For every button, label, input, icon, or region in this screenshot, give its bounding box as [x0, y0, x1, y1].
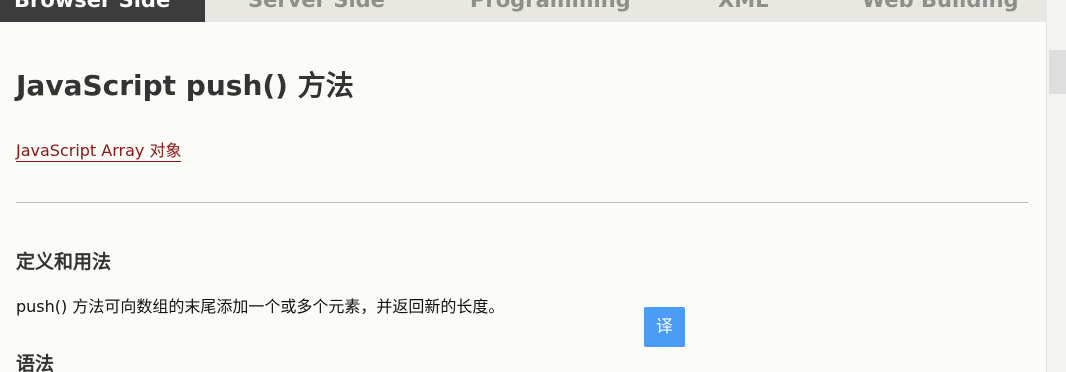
array-object-link[interactable]: JavaScript Array 对象	[16, 141, 182, 162]
tab-web-building[interactable]: Web Building	[862, 0, 1019, 22]
tab-xml[interactable]: XML	[718, 0, 768, 22]
definition-heading: 定义和用法	[16, 251, 112, 273]
page: Browser Side Server Side Programming XML…	[0, 0, 1066, 372]
top-navigation: Browser Side Server Side Programming XML…	[0, 0, 1046, 22]
page-title: JavaScript push() 方法	[16, 69, 354, 102]
definition-text: push() 方法可向数组的末尾添加一个或多个元素，并返回新的长度。	[16, 297, 505, 316]
scrollbar[interactable]	[1046, 0, 1066, 372]
tab-programming[interactable]: Programming	[470, 0, 631, 22]
tab-browser-side[interactable]: Browser Side	[0, 0, 205, 22]
scrollbar-thumb[interactable]	[1049, 50, 1066, 94]
syntax-heading: 语法	[16, 353, 55, 372]
tab-server-side[interactable]: Server Side	[248, 0, 385, 22]
divider	[16, 202, 1028, 203]
translate-button[interactable]: 译	[644, 307, 685, 347]
